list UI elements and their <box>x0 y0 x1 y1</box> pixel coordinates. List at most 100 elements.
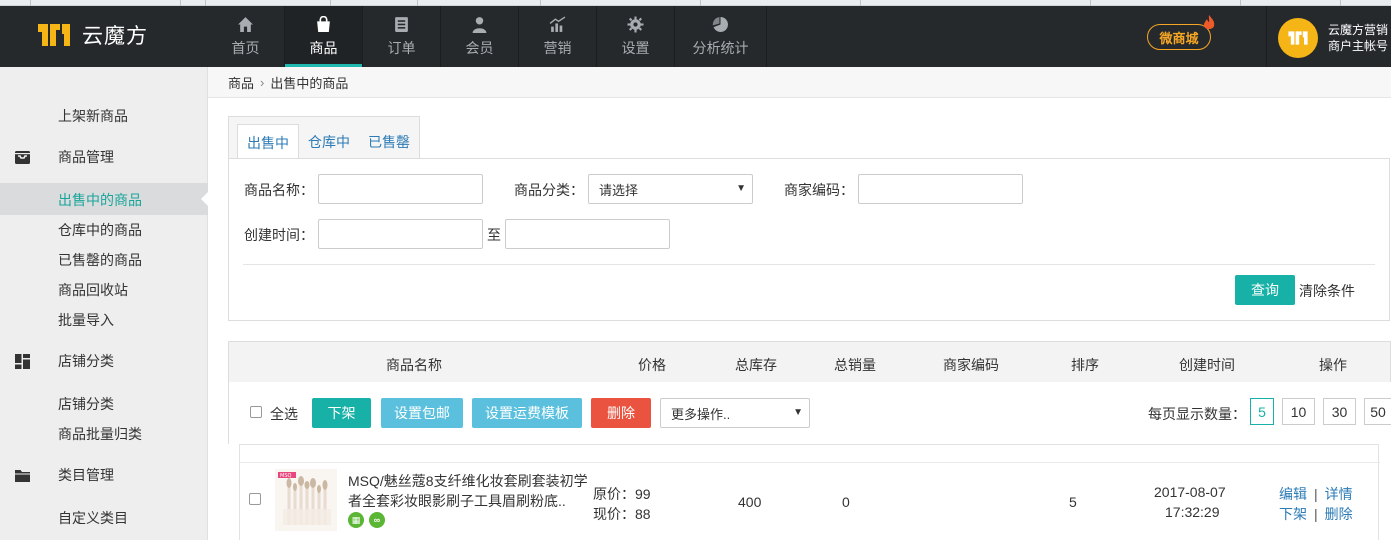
nav-settings[interactable]: 设置 <box>597 6 675 67</box>
column-header-name: 商品名称 <box>386 357 442 373</box>
select-all-label: 全选 <box>270 406 298 422</box>
created-time: 17:32:29 <box>1165 504 1220 520</box>
page-size-5[interactable]: 5 <box>1250 398 1274 425</box>
sidebar-item-recycle-bin[interactable]: 商品回收站 <box>58 280 128 300</box>
product-title[interactable]: MSQ/魅丝蔻8支纤维化妆套刷套装初学者全套彩妆眼影刷子工具眉刷粉底.. <box>348 471 588 511</box>
nav-analytics[interactable]: 分析统计 <box>675 6 767 67</box>
filter-panel: 商品名称： 商品分类： 请选择 ▼ 商家编码： 创建时间： 至 查询 清除条件 <box>228 158 1390 321</box>
nav-marketing[interactable]: 营销 <box>519 6 597 67</box>
nav-members[interactable]: 会员 <box>441 6 519 67</box>
column-header-actions: 操作 <box>1319 357 1347 373</box>
table-header: 商品名称 价格 总库存 总销量 商家编码 排序 创建时间 操作 <box>228 341 1391 383</box>
sort-value[interactable]: 5 <box>1069 494 1077 510</box>
hot-flame-icon <box>1203 15 1215 29</box>
home-icon <box>238 16 253 32</box>
created-time-label: 创建时间： <box>244 227 314 243</box>
column-header-sales[interactable]: 总销量 <box>834 355 876 375</box>
sidebar-group-store-category[interactable]: 店铺分类 <box>0 346 208 376</box>
sidebar-item-custom-category[interactable]: 自定义类目 <box>58 508 128 528</box>
stock-value: 400 <box>738 494 762 510</box>
page-size-50[interactable]: 50 <box>1364 398 1391 425</box>
nav-analytics-label: 分析统计 <box>692 39 749 56</box>
qr-code-icon[interactable]: ▦ <box>348 512 364 528</box>
sidebar-item-new-product[interactable]: 上架新商品 <box>58 106 128 126</box>
date-range-to-label: 至 <box>487 227 501 243</box>
column-header-merchant-code: 商家编码 <box>943 357 999 373</box>
breadcrumb-current: 出售中的商品 <box>270 75 349 91</box>
product-thumbnail[interactable]: MSQ <box>275 469 337 531</box>
current-price: 现价：88 <box>593 506 651 522</box>
sales-value: 0 <box>842 494 850 510</box>
sidebar-item-warehouse[interactable]: 仓库中的商品 <box>58 220 142 240</box>
sidebar-item-store-category[interactable]: 店铺分类 <box>58 394 114 414</box>
free-shipping-button[interactable]: 设置包邮 <box>381 398 463 428</box>
more-operations-select[interactable]: 更多操作.. ▼ <box>660 398 810 428</box>
row-actions-top: 编辑 | 详情 <box>1279 486 1353 502</box>
page-size-30[interactable]: 30 <box>1323 398 1356 425</box>
category-select-value: 请选择 <box>599 182 639 198</box>
table-row: MSQ MSQ/魅丝蔻8支纤维化妆套刷套装初学者全套彩妆眼影刷子工具眉刷粉底..… <box>239 444 1380 540</box>
inbox-icon <box>15 150 30 164</box>
sidebar-group-category-management[interactable]: 类目管理 <box>0 460 208 490</box>
nav-home[interactable]: 首页 <box>207 6 285 67</box>
column-header-created[interactable]: 创建时间 <box>1179 355 1235 375</box>
link-icon[interactable]: ∞ <box>369 512 385 528</box>
tab-warehouse[interactable]: 仓库中 <box>299 124 359 160</box>
more-operations-value: 更多操作.. <box>671 406 731 422</box>
user-name: 云魔方营销 <box>1328 23 1389 37</box>
logo-mark-icon <box>38 24 70 46</box>
nav-marketing-label: 营销 <box>543 39 572 56</box>
nav-products[interactable]: 商品 <box>285 6 363 67</box>
created-end-input[interactable] <box>505 219 670 249</box>
edit-link[interactable]: 编辑 <box>1279 486 1307 502</box>
column-header-stock[interactable]: 总库存 <box>735 355 777 375</box>
original-price: 原价：99 <box>593 486 651 502</box>
sidebar-item-batch-import[interactable]: 批量导入 <box>58 310 114 330</box>
sidebar-group-label: 类目管理 <box>58 467 114 483</box>
column-header-sort[interactable]: 排序 <box>1071 355 1099 375</box>
order-list-icon <box>395 16 408 32</box>
gear-icon <box>627 16 644 32</box>
merchant-code-label: 商家编码： <box>784 182 854 198</box>
off-shelf-button[interactable]: 下架 <box>312 398 371 428</box>
brand-logo[interactable]: 云魔方 <box>36 20 148 50</box>
sidebar-group-product-management[interactable]: 商品管理 <box>0 142 208 172</box>
bulk-toolbar: 全选 下架 设置包邮 设置运费模板 删除 更多操作.. ▼ 每页显示数量： 5 … <box>228 382 1391 444</box>
delete-button[interactable]: 删除 <box>591 398 651 428</box>
sidebar-item-batch-categorize[interactable]: 商品批量归类 <box>58 424 142 444</box>
grid-icon <box>15 353 30 369</box>
thumb-brand-text: MSQ <box>280 473 291 479</box>
query-button[interactable]: 查询 <box>1235 275 1295 305</box>
clear-conditions-link[interactable]: 清除条件 <box>1299 281 1355 301</box>
caret-down-icon: ▼ <box>793 407 803 418</box>
detail-link[interactable]: 详情 <box>1325 486 1353 502</box>
delete-link[interactable]: 删除 <box>1325 506 1353 522</box>
tab-sold-out[interactable]: 已售罄 <box>359 124 419 160</box>
freight-template-button[interactable]: 设置运费模板 <box>472 398 582 428</box>
shopping-bag-icon <box>317 15 330 32</box>
column-header-price: 价格 <box>638 357 666 373</box>
micro-mall-badge[interactable]: 微商城 <box>1147 24 1211 50</box>
sidebar-item-on-sale[interactable]: 出售中的商品 <box>58 190 142 210</box>
status-tabs: 出售中 仓库中 已售罄 <box>228 116 420 161</box>
tab-on-sale[interactable]: 出售中 <box>237 124 299 161</box>
select-all-checkbox[interactable] <box>250 406 262 418</box>
row-checkbox[interactable] <box>249 493 261 505</box>
created-date: 2017-08-07 <box>1154 484 1226 500</box>
breadcrumb-root[interactable]: 商品 <box>228 73 254 92</box>
folder-icon <box>15 469 30 482</box>
sidebar-item-sold-out[interactable]: 已售罄的商品 <box>58 250 142 270</box>
created-start-input[interactable] <box>318 219 483 249</box>
nav-orders[interactable]: 订单 <box>363 6 441 67</box>
sidebar: 上架新商品 商品管理 出售中的商品 仓库中的商品 已售罄的商品 商品回收站 批量… <box>0 67 209 540</box>
category-select[interactable]: 请选择 ▼ <box>588 174 753 204</box>
user-account[interactable]: 云魔方营销 商户主帐号 <box>1266 6 1391 67</box>
page-size-10[interactable]: 10 <box>1282 398 1315 425</box>
product-name-input[interactable] <box>318 174 483 204</box>
merchant-code-input[interactable] <box>858 174 1023 204</box>
breadcrumb: 商品 › 出售中的商品 <box>208 67 1391 98</box>
row-actions-bottom: 下架 | 删除 <box>1279 506 1353 522</box>
main-nav: 首页 商品 订单 会员 营销 设置 分析统计 <box>207 6 767 67</box>
row-spacer <box>240 445 1380 463</box>
off-shelf-link[interactable]: 下架 <box>1279 506 1307 522</box>
